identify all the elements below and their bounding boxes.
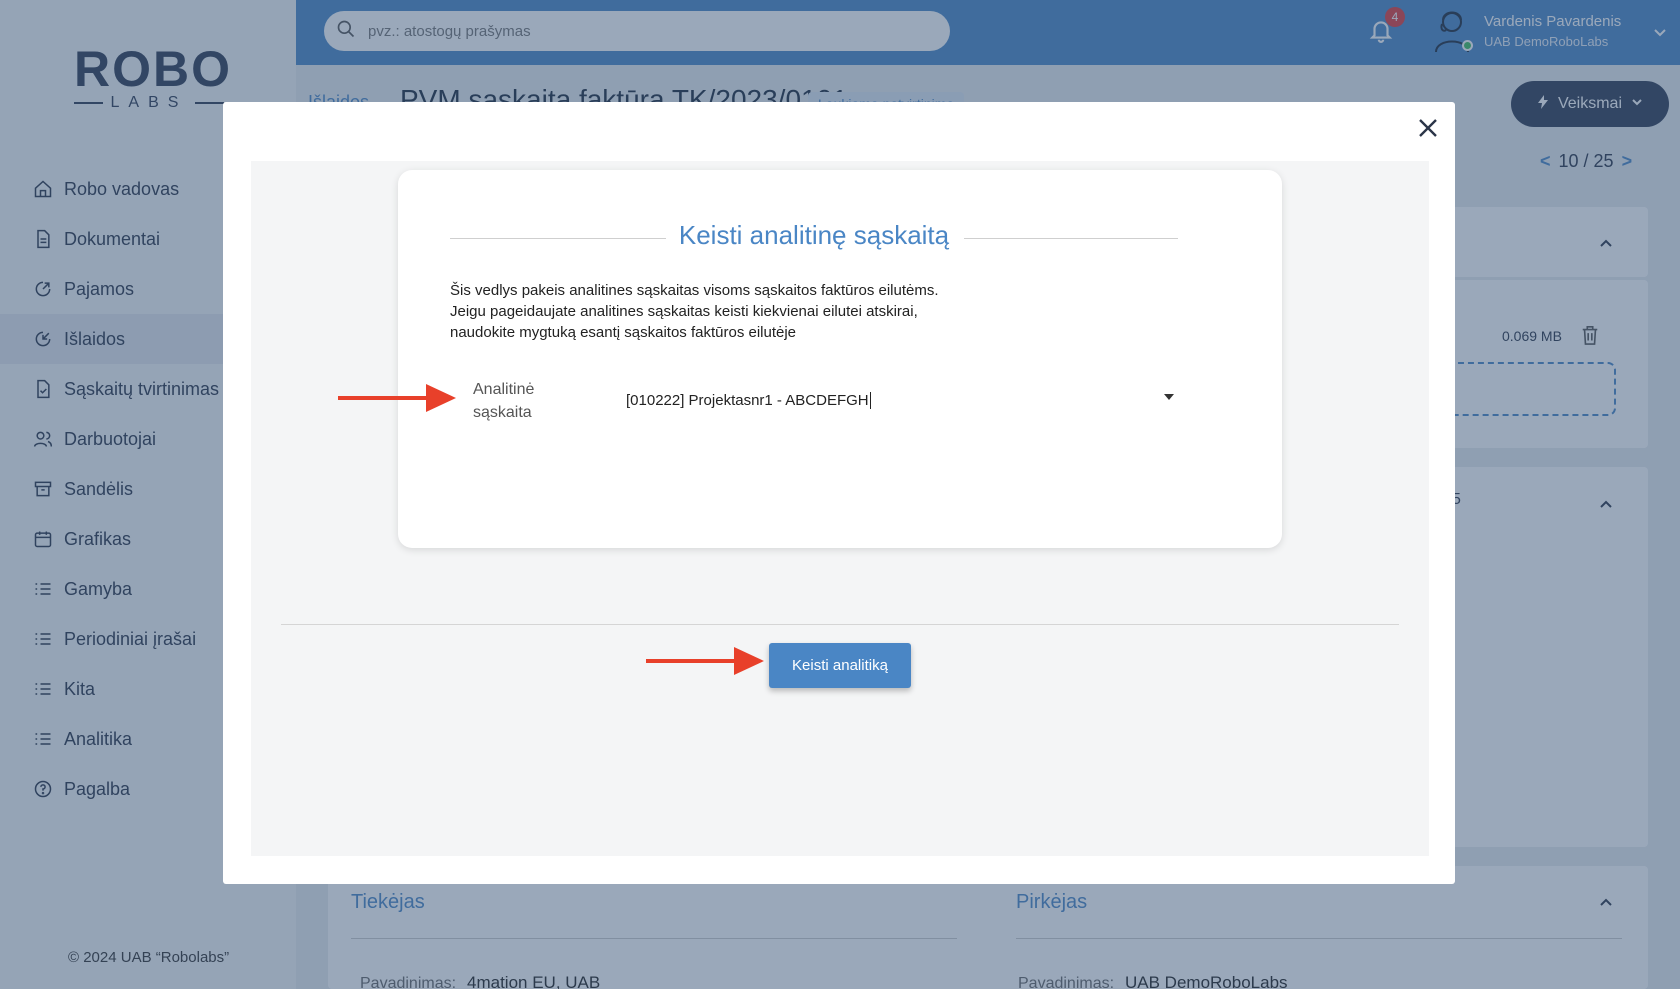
description-line: Šis vedlys pakeis analitines sąskaitas v…: [450, 282, 939, 299]
modal-footer-divider: [281, 624, 1399, 625]
annotation-arrow-icon: [646, 647, 764, 675]
title-rule-right: [964, 238, 1178, 239]
title-rule-left: [450, 238, 666, 239]
annotation-arrow-icon: [338, 384, 456, 412]
analytic-account-value: [010222] Projektasnr1 - ABCDEFGH: [626, 391, 869, 409]
description-line: Jeigu pageidaujate analitines sąskaitas …: [450, 303, 918, 320]
change-analytics-button[interactable]: Keisti analitiką: [769, 643, 911, 688]
close-icon[interactable]: [1416, 116, 1444, 144]
modal-title: Keisti analitinę sąskaitą: [678, 220, 950, 250]
text-cursor: [869, 391, 871, 409]
analytic-account-label: Analitinė sąskaita: [473, 381, 535, 421]
description-line: naudokite mygtuką esantį sąskaitos faktū…: [450, 324, 797, 341]
analytic-account-select[interactable]: [010222] Projektasnr1 - ABCDEFGH: [626, 385, 1176, 415]
modal-description: Šis vedlys pakeis analitines sąskaitas v…: [450, 280, 990, 343]
dropdown-arrow-icon[interactable]: [1164, 394, 1174, 400]
